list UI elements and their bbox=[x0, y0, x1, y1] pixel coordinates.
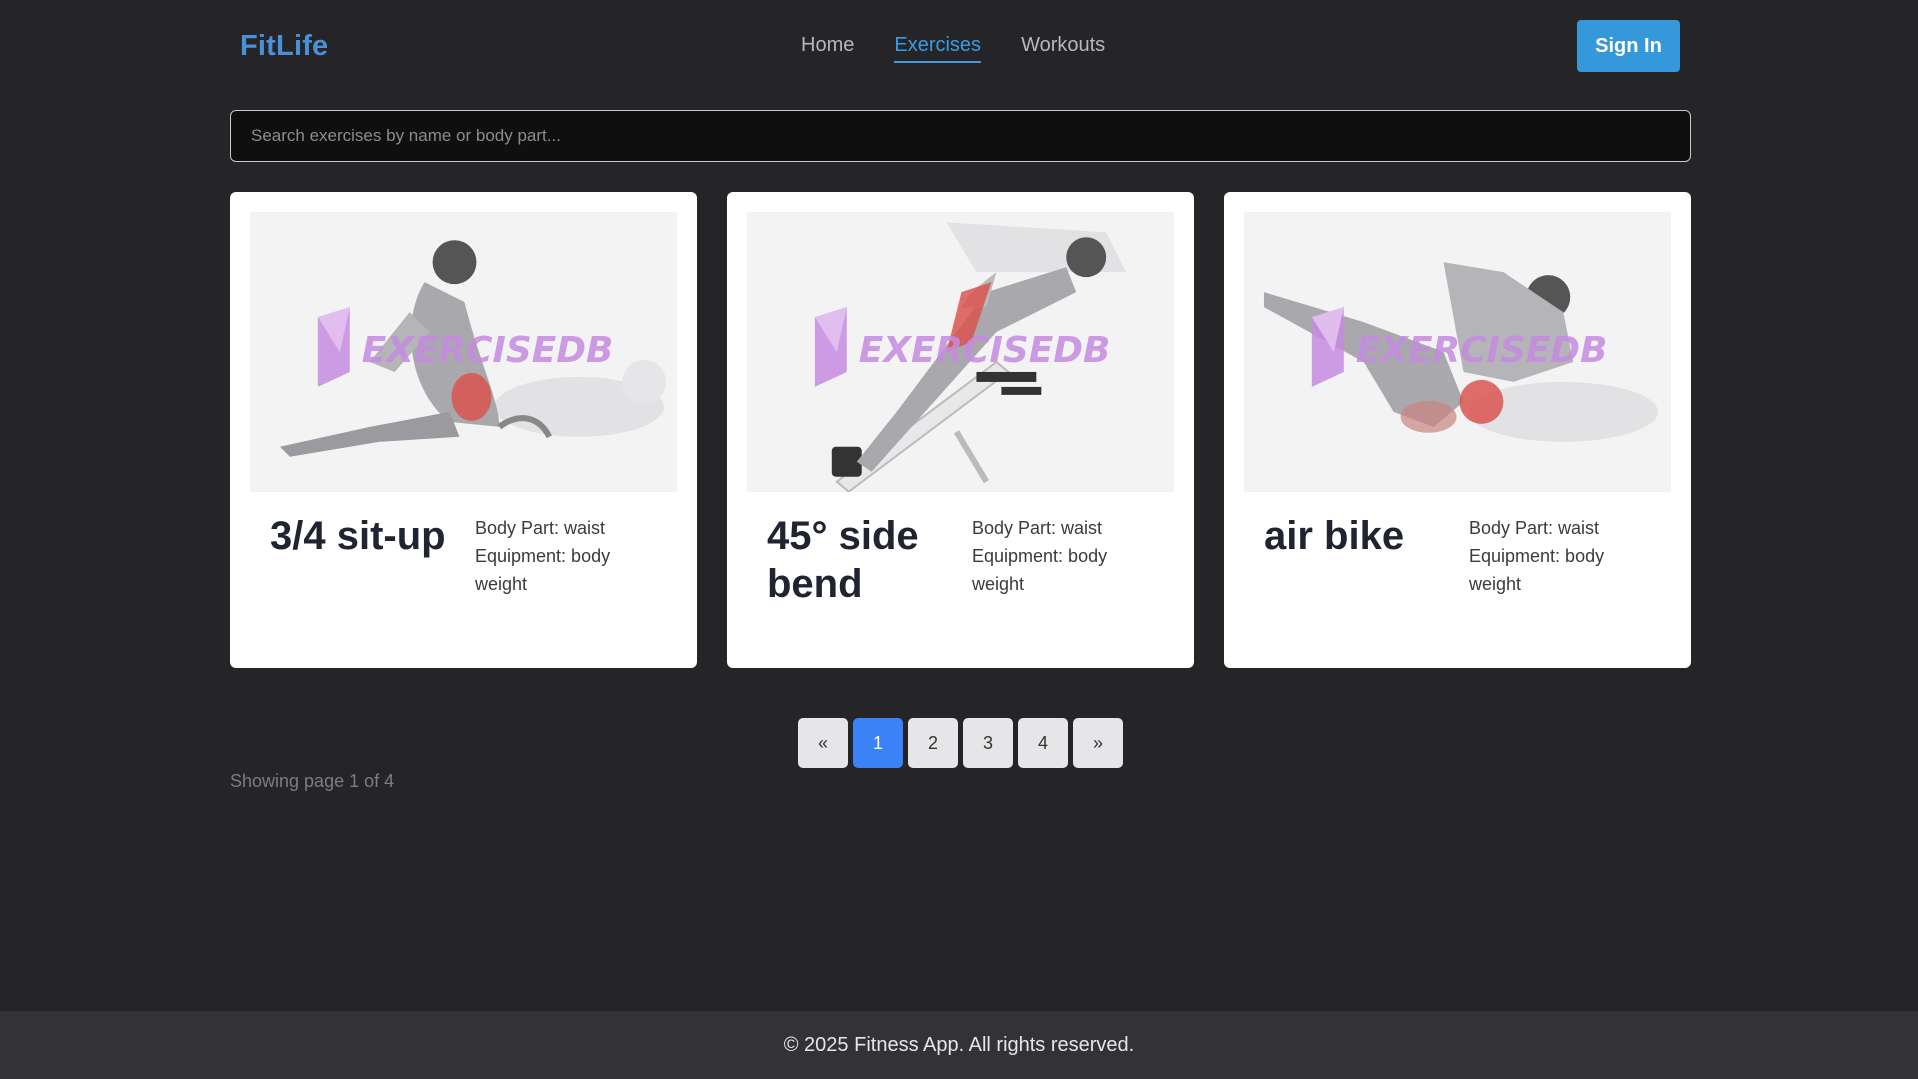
exercise-body-part: Body Part: waist bbox=[475, 518, 606, 538]
exercise-meta: Body Part: waist Equipment: body weight bbox=[475, 514, 665, 598]
exercise-card[interactable]: EXERCISEDB air bike Body Part: waist Equ… bbox=[1224, 192, 1691, 668]
watermark-text: EXERCISEDB bbox=[1356, 330, 1608, 371]
exercise-equipment: Equipment: body weight bbox=[972, 546, 1108, 594]
prev-page-button[interactable]: « bbox=[798, 718, 848, 768]
footer-text: © 2025 Fitness App. All rights reserved. bbox=[783, 1033, 1135, 1056]
exercise-name: 45° side bend bbox=[767, 514, 919, 606]
exercise-equipment: Equipment: body weight bbox=[1469, 546, 1605, 594]
exercise-image: EXERCISEDB bbox=[747, 212, 1174, 492]
nav-home[interactable]: Home bbox=[801, 34, 854, 63]
exercise-name: 3/4 sit-up bbox=[270, 514, 446, 558]
nav-exercises[interactable]: Exercises bbox=[894, 34, 982, 63]
exercise-grid: EXERCISEDB 3/4 sit-up Body Part: waist E… bbox=[230, 192, 1691, 668]
search-input[interactable] bbox=[230, 110, 1691, 162]
logo[interactable]: FitLife bbox=[240, 30, 328, 63]
exercise-card[interactable]: EXERCISEDB 45° side bend Body Part: wais… bbox=[727, 192, 1194, 668]
page-button-1[interactable]: 1 bbox=[853, 718, 903, 768]
footer: © 2025 Fitness App. All rights reserved. bbox=[0, 1011, 1918, 1079]
watermark-text: EXERCISEDB bbox=[362, 330, 614, 371]
exercise-illustration: EXERCISEDB bbox=[1244, 212, 1671, 492]
page-info: Showing page 1 of 4 bbox=[230, 771, 395, 791]
nav-workouts[interactable]: Workouts bbox=[1021, 34, 1105, 63]
next-page-button[interactable]: » bbox=[1073, 718, 1123, 768]
exercise-card[interactable]: EXERCISEDB 3/4 sit-up Body Part: waist E… bbox=[230, 192, 697, 668]
exercise-body-part: Body Part: waist bbox=[972, 518, 1103, 538]
main-nav: Home Exercises Workouts bbox=[801, 34, 1105, 63]
exercise-equipment: Equipment: body weight bbox=[475, 546, 611, 594]
exercise-illustration: EXERCISEDB bbox=[250, 212, 677, 492]
header: FitLife Home Exercises Workouts Sign In bbox=[0, 0, 1918, 94]
page-button-4[interactable]: 4 bbox=[1018, 718, 1068, 768]
exercise-meta: Body Part: waist Equipment: body weight bbox=[1469, 514, 1659, 598]
pagination: « 1 2 3 4 » bbox=[798, 718, 1123, 768]
exercise-image: EXERCISEDB bbox=[250, 212, 677, 492]
exercise-body-part: Body Part: waist bbox=[1469, 518, 1600, 538]
page-button-3[interactable]: 3 bbox=[963, 718, 1013, 768]
sign-in-button[interactable]: Sign In bbox=[1577, 20, 1680, 72]
exercise-illustration: EXERCISEDB bbox=[747, 212, 1174, 492]
page-button-2[interactable]: 2 bbox=[908, 718, 958, 768]
exercise-name: air bike bbox=[1264, 514, 1405, 558]
watermark-text: EXERCISEDB bbox=[859, 330, 1111, 371]
exercise-image: EXERCISEDB bbox=[1244, 212, 1671, 492]
exercise-meta: Body Part: waist Equipment: body weight bbox=[972, 514, 1162, 598]
